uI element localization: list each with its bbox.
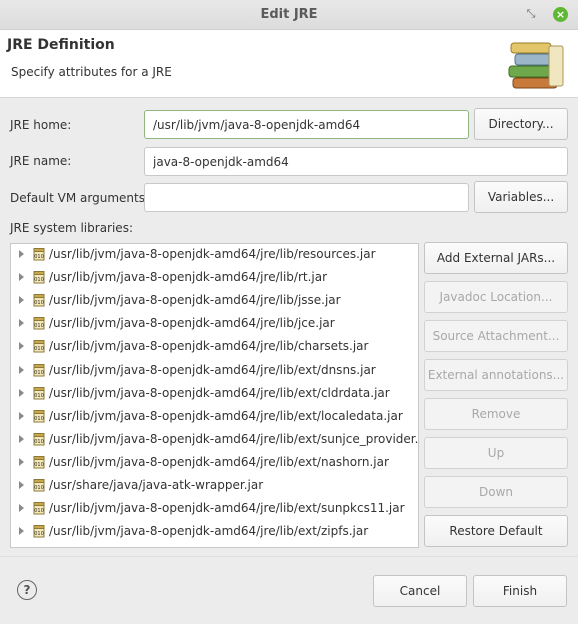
window-title: Edit JRE [260, 7, 318, 22]
expand-arrow-icon[interactable] [19, 365, 24, 374]
library-row[interactable]: 010/usr/lib/jvm/java-8-openjdk-amd64/jre… [11, 383, 418, 405]
library-path: /usr/lib/jvm/java-8-openjdk-amd64/jre/li… [49, 385, 390, 400]
external-annotations-button[interactable]: External annotations... [424, 359, 568, 391]
header-title: JRE Definition [7, 37, 115, 53]
jar-icon: 010 [33, 363, 45, 377]
library-path: /usr/lib/jvm/java-8-openjdk-amd64/jre/li… [49, 316, 335, 331]
source-attachment-button[interactable]: Source Attachment... [424, 320, 568, 352]
library-row[interactable]: 010/usr/lib/jvm/java-8-openjdk-amd64/jre… [11, 429, 418, 451]
jar-icon: 010 [33, 479, 45, 492]
expand-arrow-icon[interactable] [19, 504, 24, 513]
svg-text:010: 010 [34, 485, 44, 491]
svg-text:010: 010 [34, 370, 44, 376]
svg-text:010: 010 [34, 462, 44, 468]
directory-button[interactable]: Directory... [474, 108, 568, 140]
library-row[interactable]: 010/usr/lib/jvm/java-8-openjdk-amd64/jre… [11, 498, 418, 520]
library-row[interactable]: 010/usr/lib/jvm/java-8-openjdk-amd64/jre… [11, 290, 418, 312]
javadoc-location-button[interactable]: Javadoc Location... [424, 281, 568, 313]
library-row[interactable]: 010/usr/lib/jvm/java-8-openjdk-amd64/jre… [11, 336, 418, 358]
library-path: /usr/lib/jvm/java-8-openjdk-amd64/jre/li… [49, 293, 341, 308]
footer-separator [0, 556, 578, 557]
library-row[interactable]: 010/usr/lib/jvm/java-8-openjdk-amd64/jre… [11, 360, 418, 382]
library-path: /usr/lib/jvm/java-8-openjdk-amd64/jre/li… [49, 247, 376, 261]
expand-arrow-icon[interactable] [19, 273, 24, 282]
libraries-label: JRE system libraries: [10, 221, 133, 235]
jar-icon: 010 [33, 271, 45, 284]
library-row[interactable]: 010/usr/share/java/java-atk-wrapper.jar [11, 475, 418, 497]
expand-arrow-icon[interactable] [19, 434, 24, 443]
svg-text:010: 010 [34, 393, 44, 399]
expand-arrow-icon[interactable] [19, 457, 24, 466]
expand-arrow-icon[interactable] [19, 527, 24, 536]
svg-text:010: 010 [34, 531, 44, 537]
library-row[interactable]: 010/usr/lib/jvm/java-8-openjdk-amd64/jre… [11, 267, 418, 289]
restore-icon[interactable]: ⤡ [525, 8, 537, 20]
remove-button[interactable]: Remove [424, 398, 568, 430]
jre-name-input[interactable] [144, 147, 568, 176]
library-row[interactable]: 010/usr/lib/jvm/java-8-openjdk-amd64/jre… [11, 521, 418, 543]
library-path: /usr/lib/jvm/java-8-openjdk-amd64/jre/li… [49, 270, 328, 285]
library-row[interactable]: 010/usr/lib/jvm/java-8-openjdk-amd64/jre… [11, 452, 418, 474]
svg-text:010: 010 [34, 254, 44, 260]
expand-arrow-icon[interactable] [19, 319, 24, 328]
header-subtitle: Specify attributes for a JRE [11, 65, 172, 79]
svg-text:010: 010 [34, 439, 44, 445]
add-external-jars-button[interactable]: Add External JARs... [424, 242, 568, 274]
svg-text:010: 010 [34, 277, 44, 283]
expand-arrow-icon[interactable] [19, 411, 24, 420]
jar-icon: 010 [33, 294, 45, 307]
up-button[interactable]: Up [424, 437, 568, 469]
jar-icon: 010 [33, 248, 45, 261]
jre-home-input[interactable] [144, 110, 469, 139]
cancel-button[interactable]: Cancel [373, 575, 467, 607]
jar-icon: 010 [33, 386, 45, 400]
svg-text:010: 010 [34, 416, 44, 422]
jar-icon: 010 [33, 432, 45, 446]
library-path: /usr/lib/jvm/java-8-openjdk-amd64/jre/li… [49, 339, 369, 354]
svg-text:010: 010 [34, 346, 44, 352]
library-row[interactable]: 010/usr/lib/jvm/java-8-openjdk-amd64/jre… [11, 244, 418, 266]
down-button[interactable]: Down [424, 476, 568, 508]
jar-icon: 010 [33, 502, 45, 515]
jar-icon: 010 [33, 525, 45, 538]
jar-icon: 010 [33, 455, 45, 469]
jre-home-label: JRE home: [10, 118, 72, 132]
library-path: /usr/share/java/java-atk-wrapper.jar [49, 478, 264, 492]
library-path: /usr/lib/jvm/java-8-openjdk-amd64/jre/li… [49, 431, 419, 446]
expand-arrow-icon[interactable] [19, 342, 24, 351]
library-row[interactable]: 010/usr/lib/jvm/java-8-openjdk-amd64/jre… [11, 406, 418, 428]
close-icon[interactable]: × [553, 7, 568, 22]
library-row[interactable]: 010/usr/lib/jvm/java-8-openjdk-amd64/jre… [11, 313, 418, 335]
svg-text:010: 010 [34, 323, 44, 329]
vm-args-input[interactable] [144, 183, 469, 212]
jar-icon: 010 [33, 409, 45, 423]
finish-button[interactable]: Finish [473, 575, 567, 607]
help-icon[interactable]: ? [17, 580, 37, 600]
vm-args-label: Default VM arguments: [10, 191, 150, 205]
library-path: /usr/lib/jvm/java-8-openjdk-amd64/jre/li… [49, 362, 376, 377]
library-path: /usr/lib/jvm/java-8-openjdk-amd64/jre/li… [49, 408, 403, 423]
svg-text:010: 010 [34, 508, 44, 514]
library-path: /usr/lib/jvm/java-8-openjdk-amd64/jre/li… [49, 454, 389, 469]
dialog-header: JRE Definition Specify attributes for a … [0, 30, 578, 98]
jar-icon: 010 [33, 317, 45, 330]
jre-libraries-tree[interactable]: 010/usr/lib/jvm/java-8-openjdk-amd64/jre… [10, 243, 419, 548]
jar-icon: 010 [33, 340, 45, 353]
variables-button[interactable]: Variables... [474, 181, 568, 213]
library-path: /usr/lib/jvm/java-8-openjdk-amd64/jre/li… [49, 501, 405, 516]
svg-text:010: 010 [34, 300, 44, 306]
expand-arrow-icon[interactable] [19, 481, 24, 489]
library-path: /usr/lib/jvm/java-8-openjdk-amd64/jre/li… [49, 524, 369, 539]
title-bar: Edit JRE ⤡ × [0, 0, 578, 30]
expand-arrow-icon[interactable] [19, 296, 24, 305]
expand-arrow-icon[interactable] [19, 388, 24, 397]
expand-arrow-icon[interactable] [19, 250, 24, 258]
books-icon [508, 42, 564, 89]
restore-default-button[interactable]: Restore Default [424, 515, 568, 547]
jre-name-label: JRE name: [10, 154, 72, 168]
